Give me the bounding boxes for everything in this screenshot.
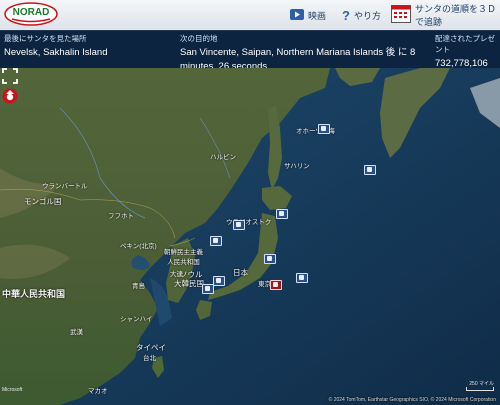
question-icon: ? — [342, 7, 350, 23]
map-terrain — [0, 68, 500, 405]
track-3d-label: サンタの道順を３Ｄで追跡 — [415, 4, 497, 27]
calendar-icon — [391, 5, 411, 25]
map-label-shanghai: シャンハイ — [120, 316, 153, 323]
video-button[interactable]: 映画 — [290, 6, 326, 24]
gift-marker[interactable] — [213, 276, 225, 286]
map-label-wuhan: 武漢 — [70, 329, 83, 336]
last-seen-value: Nevelsk, Sakhalin Island — [4, 47, 108, 58]
map-label-sakhalin: サハリン — [284, 163, 310, 170]
track-3d-button[interactable]: サンタの道順を３Ｄで追跡 — [391, 4, 500, 27]
map-label-nk: 朝鮮民主主義 人民共和国 — [164, 249, 203, 266]
map-label-taipei: 台北 — [143, 355, 156, 362]
map-label-china: 中華人民共和国 — [2, 289, 66, 299]
gifts-panel: 配達されたプレゼント 732,778,106 — [435, 33, 500, 71]
help-button[interactable]: ? やり方 — [342, 6, 381, 24]
scale-label: 250 マイル — [469, 381, 494, 387]
santa-current-marker[interactable] — [270, 280, 282, 290]
map-label-hohhot: フフホト — [108, 213, 134, 220]
map-label-dalian: 大連 — [170, 271, 183, 278]
map-label-mongolia: モンゴル国 — [24, 197, 62, 206]
next-stop-label: 次の目的地 — [180, 34, 218, 43]
map-attribution: © 2024 TomTom, Earthstar Geographics SIO… — [328, 397, 496, 403]
gift-marker[interactable] — [202, 284, 214, 294]
svg-text:NORAD: NORAD — [13, 7, 50, 18]
map-label-beijing: ペキン(北京) — [120, 243, 157, 250]
play-icon — [290, 8, 304, 22]
map-label-macau: マカオ — [88, 388, 108, 395]
fullscreen-icon[interactable] — [2, 68, 20, 86]
gift-marker[interactable] — [276, 209, 288, 219]
map-label-harbin: ハルビン — [210, 154, 236, 161]
last-seen-panel: 最後にサンタを見た場所 Nevelsk, Sakhalin Island — [4, 33, 184, 60]
map-label-japan: 日本 — [233, 268, 248, 277]
santa-locate-icon[interactable] — [2, 88, 20, 106]
gifts-label: 配達されたプレゼント — [435, 34, 495, 54]
app-header: NORAD 映画 ? やり方 サンタの道順を３Ｄで追跡 — [0, 0, 500, 31]
map-label-qingdao: 青島 — [132, 283, 145, 290]
map-label-korea: 大韓民国 — [174, 279, 204, 288]
map-label-ulaanbaatar: ウランバートル — [42, 183, 88, 190]
gift-marker[interactable] — [318, 124, 330, 134]
gift-marker[interactable] — [296, 273, 308, 283]
gift-marker[interactable] — [364, 165, 376, 175]
status-bar: 最後にサンタを見た場所 Nevelsk, Sakhalin Island 次の目… — [0, 30, 500, 72]
microsoft-logo: Microsoft — [2, 387, 23, 393]
help-label: やり方 — [353, 10, 381, 21]
norad-logo[interactable]: NORAD — [4, 2, 58, 26]
video-label: 映画 — [308, 10, 327, 21]
gift-marker[interactable] — [210, 236, 222, 246]
gift-marker[interactable] — [233, 220, 245, 230]
map-label-taiwan: タイペイ — [136, 343, 166, 352]
gift-marker[interactable] — [264, 254, 276, 264]
last-seen-label: 最後にサンタを見た場所 — [4, 34, 87, 43]
map-scale: 250 マイル — [466, 380, 494, 391]
tracker-map[interactable]: 中華人民共和国 モンゴル国 ウランバートル 朝鮮民主主義 人民共和国 ソウル 大… — [0, 68, 500, 405]
